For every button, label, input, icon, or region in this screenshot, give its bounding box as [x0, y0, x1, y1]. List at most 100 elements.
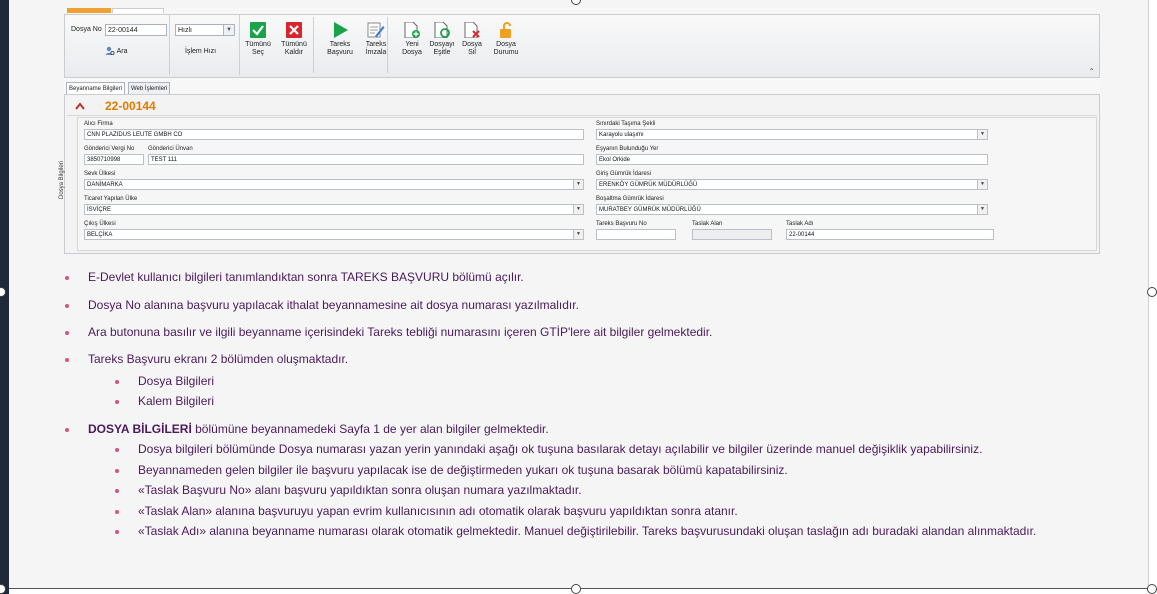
bosaltma-gumruk-value: MURATBEY GÜMRÜK MÜDÜRLÜĞÜ — [599, 207, 701, 213]
ticaret-ulke-select[interactable]: İSVİÇRE ▼ — [84, 204, 584, 215]
bullet-dot — [65, 331, 69, 335]
ribbon-button-x[interactable]: Tümünü Kaldır — [277, 22, 311, 72]
tareks-no-label: Tareks Başvuru No — [596, 221, 647, 227]
tareks-no-input[interactable] — [596, 229, 676, 240]
chevron-down-icon[interactable]: ▼ — [977, 205, 987, 214]
bosaltma-gumruk-label: Boşaltma Gümrük İdaresi — [596, 196, 664, 202]
cikis-ulkesi-value: BELÇİKA — [87, 232, 113, 238]
giris-gumruk-select[interactable]: ERENKÖY GÜMRÜK MÜDÜRLÜĞÜ ▼ — [596, 179, 988, 190]
ribbon-button-label: Dosyayı Eşitle — [429, 41, 455, 56]
ribbon-button-label: Tareks Başvuru — [327, 41, 353, 56]
tasima-sekli-value: Karayolu ulaşımı — [599, 132, 644, 138]
cikis-ulkesi-select[interactable]: BELÇİKA ▼ — [84, 229, 584, 240]
alici-firma-label: Alıcı Firma — [84, 121, 113, 127]
chevron-down-icon[interactable]: ▼ — [573, 180, 583, 189]
sync-icon — [433, 21, 451, 39]
left-window-edge — [0, 0, 9, 594]
ribbon-separator — [313, 17, 314, 73]
bullet-4: Tareks Başvuru ekranı 2 bölümden oluşmak… — [88, 352, 349, 366]
ribbon-button-label: Dosya Durumu — [493, 41, 519, 56]
chevron-down-icon[interactable]: ▼ — [223, 25, 234, 35]
resize-handle-bottom[interactable] — [571, 584, 581, 594]
new-file-icon — [403, 21, 421, 39]
bullet-3: Ara butonuna basılır ve ilgili beyanname… — [88, 325, 713, 339]
giris-gumruk-value: ERENKÖY GÜMRÜK MÜDÜRLÜĞÜ — [599, 182, 698, 188]
dosya-no-label: Dosya No — [71, 26, 102, 33]
sevk-ulkesi-label: Sevk Ülkesi — [84, 171, 116, 177]
ara-button[interactable]: Ara — [105, 46, 127, 58]
bullet-4a: Dosya Bilgileri — [138, 374, 215, 388]
bullet-dot — [115, 469, 119, 473]
delete-file-icon — [463, 21, 481, 39]
speed-value: Hızlı — [178, 27, 192, 34]
bullet-5-bold: DOSYA BİLGİLERİ — [88, 422, 192, 436]
speed-select[interactable]: Hızlı ▼ — [175, 24, 235, 36]
bullet-dot — [115, 400, 119, 404]
bullet-5: DOSYA BİLGİLERİ bölümüne beyannamedeki S… — [88, 422, 549, 436]
esya-yer-label: Eşyanın Bulunduğu Yer — [596, 146, 659, 152]
bullet-dot — [115, 448, 119, 452]
speed-group: Hızlı ▼ İşlem Hızı — [171, 15, 240, 75]
check-icon — [249, 22, 267, 38]
sign-icon — [367, 22, 385, 38]
chevron-down-icon[interactable]: ▼ — [977, 130, 987, 139]
taslak-adi-input[interactable]: 22-00144 — [786, 229, 994, 240]
play-icon — [331, 22, 349, 38]
ribbon-button-sync[interactable]: Dosyayı Eşitle — [425, 21, 459, 72]
gonderici-unvan-input[interactable]: TEST 111 — [148, 154, 584, 165]
side-label-bar: Dosya Bilgileri — [59, 125, 76, 245]
taslak-alan-input — [692, 229, 772, 240]
form-panel: 22-00144 Dosya Bilgileri Alıcı Firma CNN… — [59, 94, 1100, 254]
chevron-down-icon[interactable]: ▼ — [977, 180, 987, 189]
lock-icon — [497, 22, 515, 38]
bosaltma-gumruk-select[interactable]: MURATBEY GÜMRÜK MÜDÜRLÜĞÜ ▼ — [596, 204, 988, 215]
doc-title: 22-00144 — [105, 99, 156, 113]
ribbon-tab-active[interactable] — [67, 8, 111, 13]
taslak-alan-label: Taslak Alan — [692, 221, 723, 227]
bullet-dot — [65, 358, 69, 362]
ribbon-button-new-file[interactable]: Yeni Dosya — [395, 21, 429, 72]
ribbon-button-lock[interactable]: Dosya Durumu — [489, 22, 523, 72]
chevron-down-icon[interactable]: ▼ — [573, 230, 583, 239]
sevk-ulkesi-value: DANİMARKA — [87, 182, 123, 188]
bullet-dot — [115, 530, 119, 534]
chevron-up-icon[interactable] — [75, 101, 85, 111]
slide-canvas: Dosya No 22-00144 Ara Hızlı ▼ İşlem Hızı… — [9, 0, 1149, 589]
bullet-2: Dosya No alanına başvuru yapılacak ithal… — [88, 298, 579, 312]
ribbon-separator — [387, 17, 388, 73]
bullet-dot — [65, 304, 69, 308]
tasima-sekli-select[interactable]: Karayolu ulaşımı ▼ — [596, 129, 988, 140]
ticaret-ulke-label: Ticaret Yapılan Ülke — [84, 196, 138, 202]
ribbon-button-label: Dosya Sil — [462, 41, 482, 56]
chevron-down-icon[interactable]: ▼ — [573, 205, 583, 214]
user-search-icon — [105, 46, 115, 56]
ribbon-collapse-icon[interactable]: ⌃ — [1088, 67, 1095, 76]
resize-handle-bottom-right[interactable] — [1147, 584, 1157, 594]
sevk-ulkesi-select[interactable]: DANİMARKA ▼ — [84, 179, 584, 190]
bullet-dot — [115, 510, 119, 514]
ribbon-button-check[interactable]: Tümünü Seç — [241, 22, 275, 72]
ara-label: Ara — [116, 47, 128, 55]
ribbon-button-label: Tümünü Kaldır — [281, 41, 307, 56]
divider — [67, 115, 1097, 116]
ribbon-tab[interactable] — [112, 8, 164, 13]
esya-yer-input[interactable]: Ekol Orkide — [596, 154, 988, 165]
gonderici-unvan-label: Gönderici Ünvan — [148, 146, 193, 152]
tasima-sekli-label: Sınırdaki Taşıma Şekli — [596, 121, 656, 127]
gonderici-vergi-input[interactable]: 3850710998 — [84, 154, 144, 165]
bullet-5c: «Taslak Başvuru No» alanı başvuru yapıld… — [138, 483, 582, 497]
alici-firma-input[interactable]: CNN PLAZIDUS LEUTE GMBH CO — [84, 129, 584, 140]
bullet-dot — [115, 489, 119, 493]
bullet-5b: Beyannameden gelen bilgiler ile başvuru … — [138, 463, 788, 477]
taslak-adi-label: Taslak Adı — [786, 221, 814, 227]
bullet-dot — [65, 276, 69, 280]
dosya-no-input[interactable]: 22-00144 — [105, 24, 167, 36]
cikis-ulkesi-label: Çıkış Ülkesi — [84, 221, 116, 227]
side-label: Dosya Bilgileri — [59, 160, 66, 200]
resize-handle-right[interactable] — [1147, 287, 1157, 297]
ribbon-button-delete-file[interactable]: Dosya Sil — [455, 21, 489, 72]
bullet-5a: Dosya bilgileri bölümünde Dosya numarası… — [138, 442, 983, 456]
giris-gumruk-label: Giriş Gümrük İdaresi — [596, 171, 652, 177]
x-icon — [285, 22, 303, 38]
ribbon-button-play[interactable]: Tareks Başvuru — [323, 22, 357, 72]
